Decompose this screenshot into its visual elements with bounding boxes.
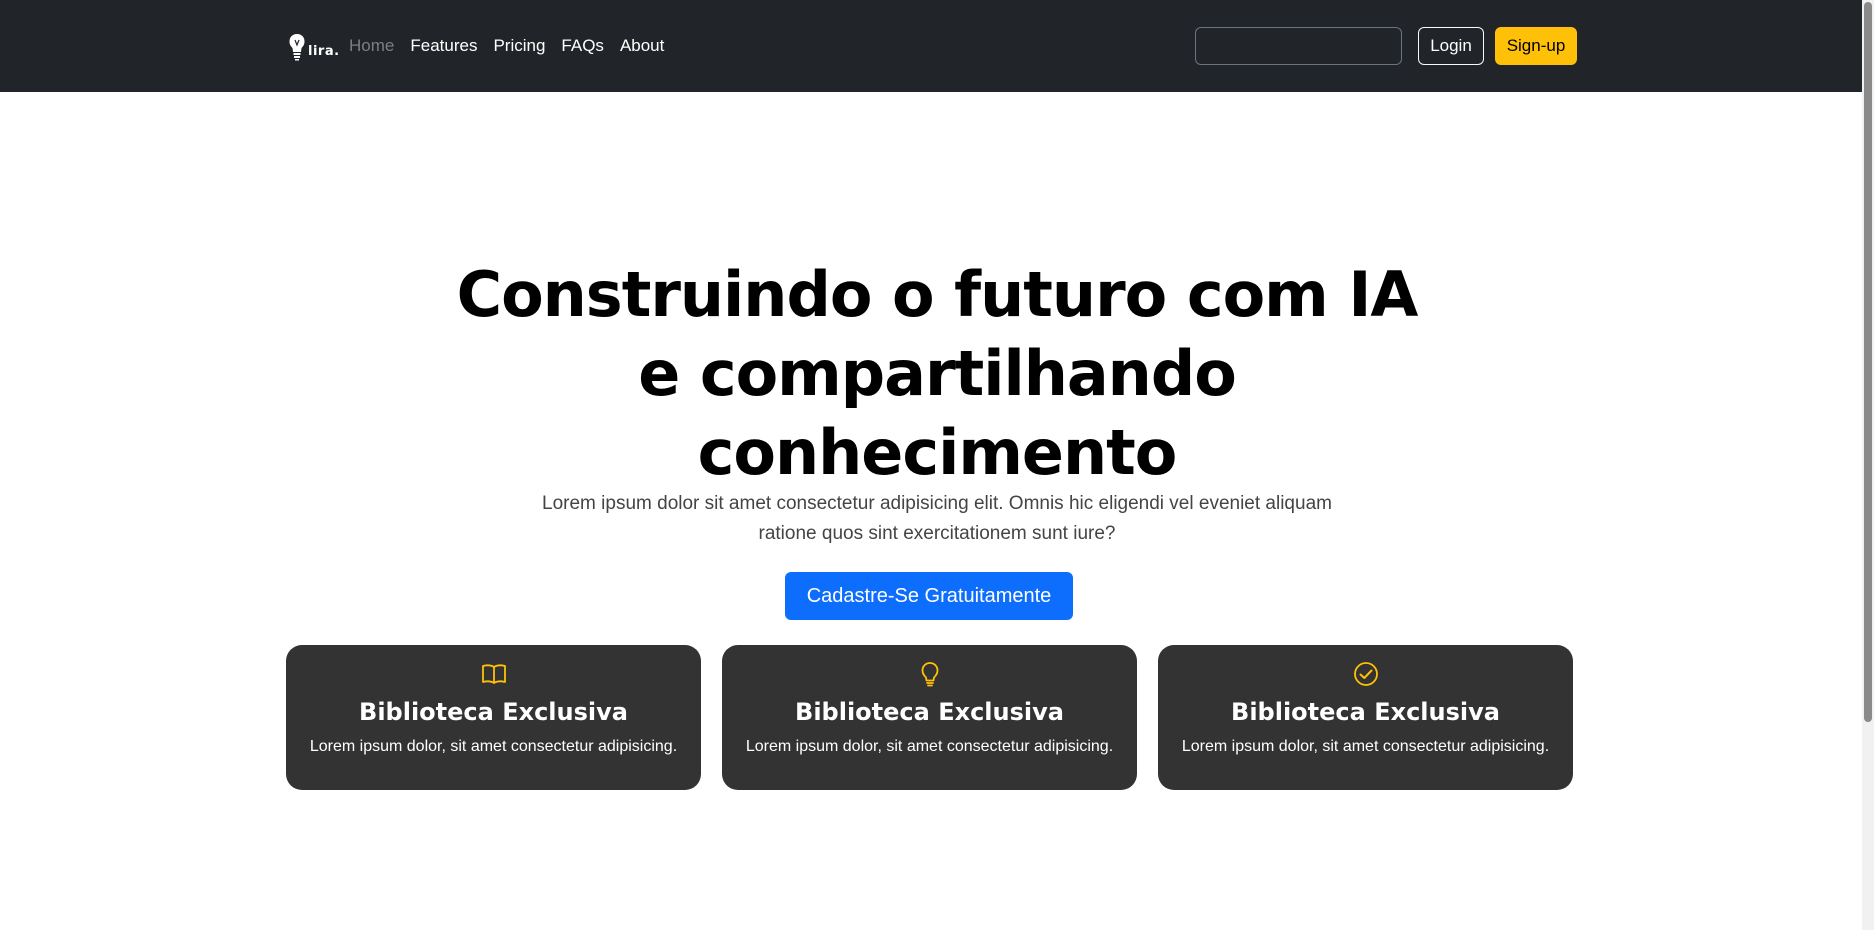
- brand-logo[interactable]: lira.: [288, 31, 343, 61]
- hero-title: Construindo o futuro com IA e compartilh…: [456, 258, 1419, 489]
- search-input[interactable]: [1195, 27, 1402, 65]
- feature-card-text: Lorem ipsum dolor, sit amet consectetur …: [309, 738, 678, 755]
- lightbulb-icon: [921, 662, 938, 687]
- signup-free-button[interactable]: Cadastre-Se Gratuitamente: [785, 572, 1073, 620]
- book-icon: [481, 664, 506, 684]
- nav-link-about[interactable]: About: [620, 35, 664, 57]
- page-scrollbar[interactable]: [1862, 0, 1874, 930]
- feature-card: Biblioteca Exclusiva Lorem ipsum dolor, …: [722, 645, 1137, 790]
- nav-link-pricing[interactable]: Pricing: [493, 35, 545, 57]
- feature-card-title: Biblioteca Exclusiva: [795, 698, 1064, 726]
- nav-link-home[interactable]: Home: [349, 35, 394, 57]
- feature-card-title: Biblioteca Exclusiva: [359, 698, 628, 726]
- scrollbar-thumb[interactable]: [1864, 2, 1872, 722]
- logo-text: lira.: [308, 44, 340, 59]
- check-circle-icon: [1353, 662, 1378, 686]
- navbar: lira. Home Features Pricing FAQs About L…: [0, 0, 1874, 92]
- feature-card: Biblioteca Exclusiva Lorem ipsum dolor, …: [286, 645, 701, 790]
- nav-link-faqs[interactable]: FAQs: [561, 35, 604, 57]
- feature-card-text: Lorem ipsum dolor, sit amet consectetur …: [1181, 738, 1550, 755]
- feature-card-title: Biblioteca Exclusiva: [1231, 698, 1500, 726]
- main-nav: Home Features Pricing FAQs About: [349, 35, 664, 57]
- feature-card-text: Lorem ipsum dolor, sit amet consectetur …: [745, 738, 1114, 755]
- lightbulb-logo-icon: [289, 34, 305, 61]
- nav-link-features[interactable]: Features: [410, 35, 477, 57]
- feature-card: Biblioteca Exclusiva Lorem ipsum dolor, …: [1158, 645, 1573, 790]
- login-button[interactable]: Login: [1418, 27, 1484, 65]
- hero-subtitle: Lorem ipsum dolor sit amet consectetur a…: [542, 493, 1332, 544]
- signup-button[interactable]: Sign-up: [1495, 27, 1577, 65]
